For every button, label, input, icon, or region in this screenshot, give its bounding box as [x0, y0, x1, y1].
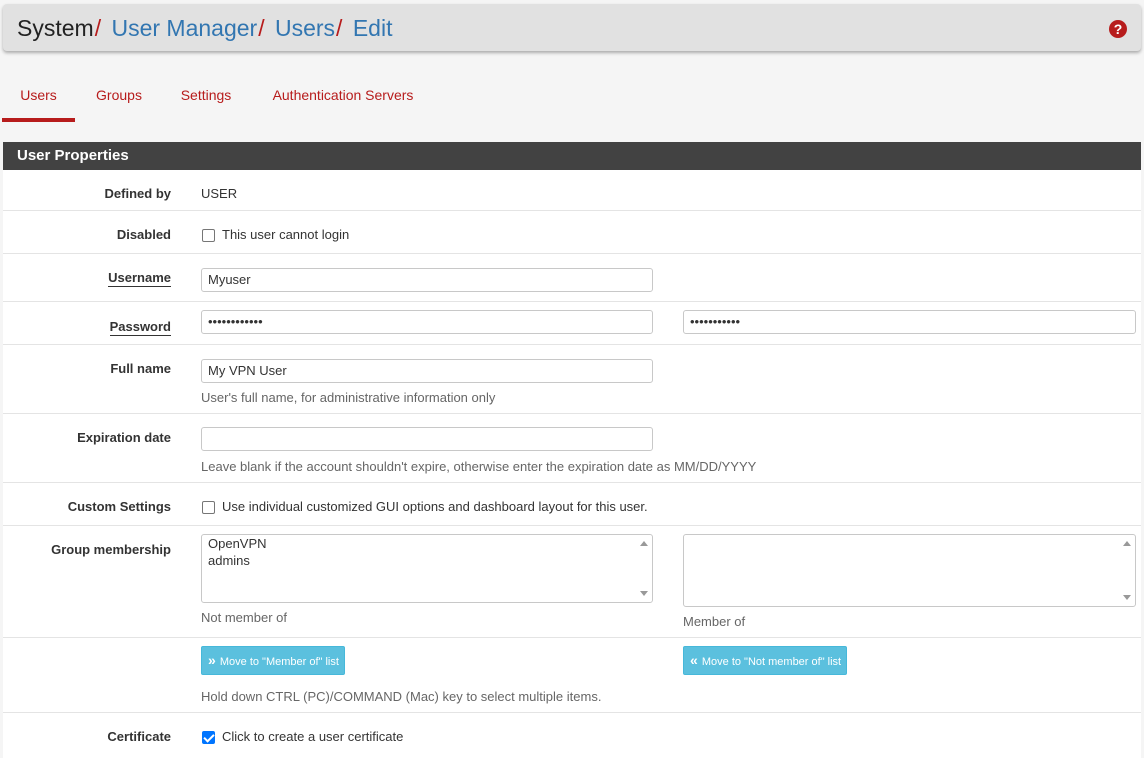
scrollbar[interactable] [1120, 536, 1134, 605]
disabled-label: Disabled [116, 227, 171, 242]
expiration-date-label: Expiration date [77, 430, 171, 445]
move-to-not-member-button[interactable]: « Move to "Not member of" list [683, 646, 848, 675]
defined-by-value: USER [201, 186, 238, 201]
move-to-member-button[interactable]: » Move to "Member of" list [201, 646, 345, 675]
custom-settings-checkbox-label[interactable]: Use individual customized GUI options an… [222, 499, 648, 514]
certificate-checkbox[interactable] [202, 731, 215, 744]
list-item[interactable]: OpenVPN [202, 535, 652, 552]
custom-settings-label: Custom Settings [67, 499, 171, 514]
scroll-up-icon[interactable] [1123, 541, 1131, 546]
move-to-not-member-label: Move to "Not member of" list [701, 656, 842, 668]
custom-settings-checkbox[interactable] [202, 501, 215, 514]
row-certificate: Certificate Click to create a user certi… [3, 713, 1141, 758]
member-of-listbox[interactable] [683, 534, 1136, 607]
row-password: Password •••••••••••• ••••••••••• [3, 302, 1141, 345]
password-label: Password [109, 319, 171, 336]
breadcrumb: System/ User Manager/ Users/ Edit [17, 15, 392, 41]
disabled-checkbox[interactable] [202, 229, 215, 242]
tab-settings[interactable]: Settings [172, 76, 240, 122]
user-properties-panel: User Properties Defined by USER Disabled… [3, 142, 1141, 758]
certificate-label: Certificate [107, 729, 171, 744]
expiration-date-input[interactable] [201, 427, 653, 451]
disabled-checkbox-label[interactable]: This user cannot login [222, 227, 349, 242]
breadcrumb-separator: / [94, 15, 102, 41]
row-custom-settings: Custom Settings Use individual customize… [3, 483, 1141, 526]
username-label: Username [108, 270, 171, 287]
password-input[interactable]: •••••••••••• [201, 310, 653, 334]
tab-groups[interactable]: Groups [88, 76, 150, 122]
not-member-of-caption: Not member of [201, 610, 287, 625]
breadcrumb-user-manager[interactable]: User Manager [111, 15, 257, 41]
tab-users[interactable]: Users [2, 76, 75, 122]
member-of-caption: Member of [683, 614, 746, 629]
question-circle-icon[interactable]: ? [1109, 20, 1127, 38]
scroll-down-icon[interactable] [640, 591, 648, 596]
breadcrumb-users[interactable]: Users [275, 15, 335, 41]
group-membership-label: Group membership [51, 542, 171, 557]
multi-select-help: Hold down CTRL (PC)/COMMAND (Mac) key to… [201, 689, 602, 704]
certificate-checkbox-label[interactable]: Click to create a user certificate [222, 729, 403, 744]
scroll-down-icon[interactable] [1123, 595, 1131, 600]
scroll-up-icon[interactable] [640, 541, 648, 546]
scrollbar[interactable] [637, 536, 651, 601]
row-full-name: Full name My VPN User User's full name, … [3, 345, 1141, 414]
breadcrumb-separator: / [336, 15, 343, 41]
row-expiration-date: Expiration date Leave blank if the accou… [3, 414, 1141, 483]
row-username: Username Myuser [3, 254, 1141, 302]
panel-title: User Properties [3, 142, 1141, 170]
double-chevron-right-icon: » [208, 652, 216, 668]
full-name-help: User's full name, for administrative inf… [201, 390, 496, 405]
breadcrumb-edit[interactable]: Edit [353, 15, 393, 41]
breadcrumb-separator: / [258, 15, 265, 41]
row-disabled: Disabled This user cannot login [3, 211, 1141, 254]
page-header: System/ User Manager/ Users/ Edit ? [3, 4, 1141, 51]
username-input[interactable]: Myuser [201, 268, 653, 292]
double-chevron-left-icon: « [690, 652, 698, 668]
expiration-date-help: Leave blank if the account shouldn't exp… [201, 459, 757, 474]
list-item[interactable]: admins [202, 552, 652, 569]
not-member-of-listbox[interactable]: OpenVPN admins [201, 534, 653, 603]
full-name-label: Full name [110, 361, 171, 376]
row-move-buttons: » Move to "Member of" list « Move to "No… [3, 638, 1141, 713]
row-group-membership: Group membership OpenVPN admins Not memb… [3, 526, 1141, 638]
row-defined-by: Defined by USER [3, 170, 1141, 211]
tab-authentication-servers[interactable]: Authentication Servers [264, 76, 422, 122]
password-confirm-input[interactable]: ••••••••••• [683, 310, 1136, 334]
defined-by-label: Defined by [104, 186, 171, 201]
breadcrumb-system: System [17, 15, 94, 41]
move-to-member-label: Move to "Member of" list [219, 656, 339, 668]
full-name-input[interactable]: My VPN User [201, 359, 653, 383]
